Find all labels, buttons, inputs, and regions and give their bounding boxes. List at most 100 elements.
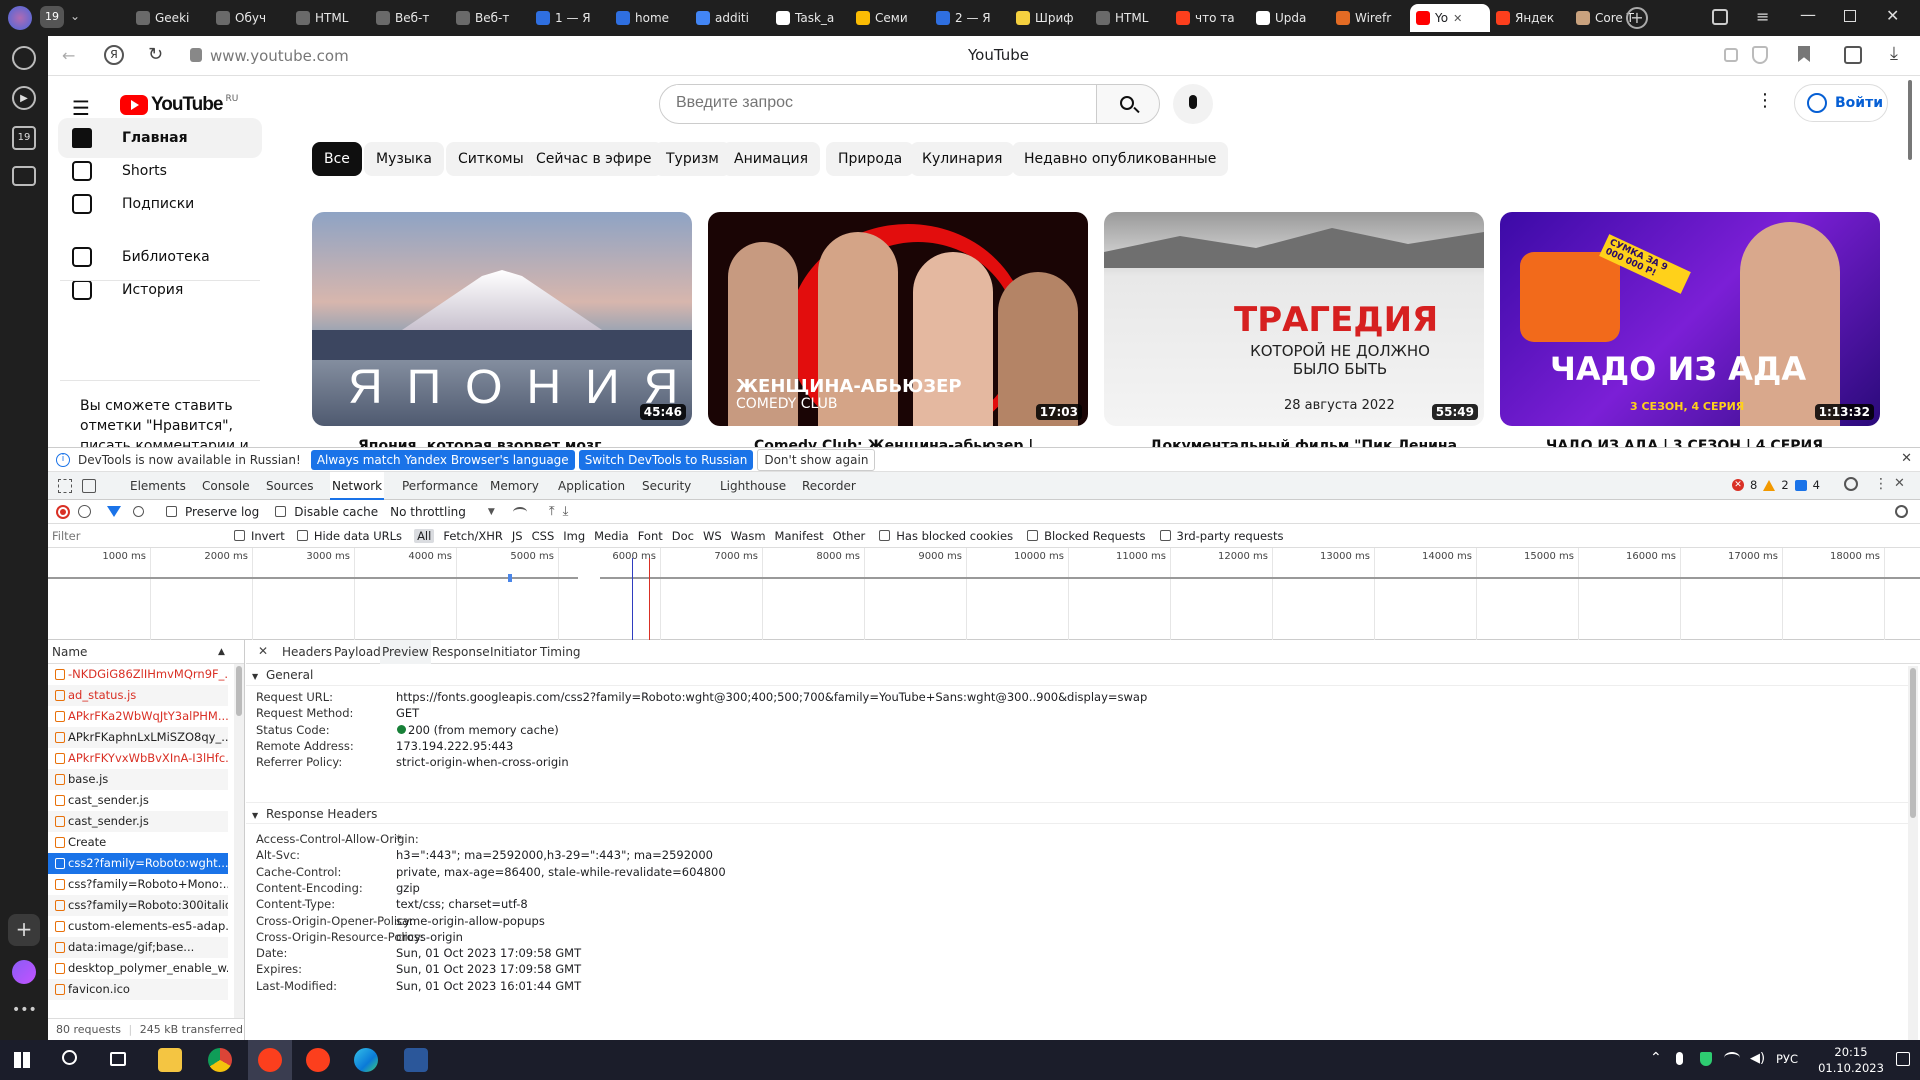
screenshot-icon[interactable]	[12, 166, 36, 186]
header-value[interactable]: Sun, 01 Oct 2023 17:09:58 GMT	[396, 946, 581, 960]
switch-russian-button[interactable]: Switch DevTools to Russian	[578, 449, 754, 470]
resource-type-filter[interactable]: CSS	[532, 529, 555, 543]
browser-tab[interactable]: Яндек	[1490, 4, 1570, 32]
filter-chip[interactable]: Ситкомы	[446, 142, 536, 176]
close-window-icon[interactable]: ✕	[1886, 6, 1899, 25]
detail-tab[interactable]: Initiator	[488, 640, 539, 664]
detail-tab[interactable]: Headers	[280, 640, 334, 664]
disable-cache-checkbox[interactable]	[275, 506, 287, 517]
browser-tab[interactable]: Wirefr	[1330, 4, 1410, 32]
request-row[interactable]: APkrFKa2WbWqJtY3alPHM...	[48, 706, 228, 727]
resource-type-filter[interactable]: Other	[833, 529, 866, 543]
blocked-requests-checkbox[interactable]	[1027, 530, 1039, 541]
header-value[interactable]: h3=":443"; ma=2592000,h3-29=":443"; ma=2…	[396, 848, 713, 862]
filter-chip[interactable]: Все	[312, 142, 362, 176]
browser-tab[interactable]: Geeki	[130, 4, 210, 32]
invert-checkbox[interactable]	[234, 530, 245, 541]
downloads-icon[interactable]: ⤓	[1890, 43, 1898, 64]
details-scrollbar[interactable]	[1908, 666, 1918, 1041]
browser-tab[interactable]: Task_a	[770, 4, 850, 32]
request-row[interactable]: css2?family=Roboto:wght...	[48, 853, 228, 874]
video-title[interactable]: Документальный фильм "Пик Ленина	[1150, 438, 1457, 447]
request-row[interactable]: desktop_polymer_enable_w...	[48, 958, 228, 979]
header-value[interactable]: https://fonts.googleapis.com/css2?family…	[396, 690, 1147, 704]
browser-tab[interactable]: что та	[1170, 4, 1250, 32]
network-conditions-icon[interactable]	[512, 506, 527, 517]
add-panel-icon[interactable]: +	[8, 914, 40, 946]
export-har-icon[interactable]: ⤓	[563, 504, 569, 519]
header-value[interactable]: *	[396, 832, 402, 846]
preserve-log-checkbox[interactable]	[166, 506, 177, 517]
filter-chip[interactable]: Кулинария	[910, 142, 1015, 176]
request-row[interactable]: cast_sender.js	[48, 790, 228, 811]
browser-tab[interactable]: Семи	[850, 4, 930, 32]
devtools-tab[interactable]: Console	[200, 472, 252, 500]
video-title[interactable]: ЧАДО ИЗ АДА | 3 СЕЗОН | 4 СЕРИЯ	[1546, 438, 1823, 447]
alice-icon[interactable]	[12, 960, 36, 984]
request-row[interactable]: ad_status.js	[48, 685, 228, 706]
request-row[interactable]: favicon.ico	[48, 979, 228, 1000]
bookmark-icon[interactable]	[1798, 46, 1810, 62]
request-row[interactable]: css?family=Roboto+Mono:...	[48, 874, 228, 895]
header-value[interactable]: strict-origin-when-cross-origin	[396, 755, 569, 769]
network-overview[interactable]: 1000 ms 2000 ms 3000 ms 4000 ms 5000 ms 6000 …	[48, 548, 1920, 640]
guide-item[interactable]: Подписки	[58, 184, 262, 224]
filter-chip[interactable]: Анимация	[722, 142, 821, 176]
play-icon[interactable]: ▶	[12, 86, 36, 110]
devtools-tab[interactable]: Security	[640, 472, 693, 500]
detail-tab[interactable]: Response	[430, 640, 492, 664]
resource-type-filter[interactable]: JS	[512, 529, 523, 543]
devtools-tab[interactable]: Lighthouse	[718, 472, 788, 500]
edge-icon[interactable]	[354, 1048, 378, 1072]
windows-start-icon[interactable]	[14, 1052, 30, 1068]
header-value[interactable]: cross-origin	[396, 930, 463, 944]
filter-chip[interactable]: Сейчас в эфире	[524, 142, 664, 176]
more-menu-icon[interactable]: ⋮	[1874, 476, 1888, 492]
browser-tab[interactable]: Yo ✕	[1410, 4, 1490, 32]
devtools-tab[interactable]: Performance	[400, 472, 480, 500]
search-icon[interactable]	[133, 506, 144, 517]
page-scrollbar[interactable]	[1908, 80, 1912, 160]
request-row[interactable]: custom-elements-es5-adap...	[48, 916, 228, 937]
language-indicator[interactable]: РУС	[1776, 1052, 1798, 1066]
request-row[interactable]: APkrFKYvxWbBvXInA-I3lHfc...	[48, 748, 228, 769]
tray-chevron-icon[interactable]: ⌃	[1650, 1050, 1662, 1066]
browser-tab[interactable]: Веб-т	[370, 4, 450, 32]
resource-type-filter[interactable]: Manifest	[775, 529, 824, 543]
import-har-icon[interactable]: ⤒	[549, 504, 555, 519]
resource-type-filter[interactable]: Img	[563, 529, 585, 543]
close-icon[interactable]: ✕	[1901, 451, 1912, 466]
devtools-tab[interactable]: Network	[330, 472, 385, 500]
filter-input[interactable]	[52, 526, 218, 545]
volume-icon[interactable]: ◀)	[1750, 1051, 1765, 1066]
video-title[interactable]: Comedy Club: Женщина-абьюзер |	[754, 438, 1033, 447]
detail-tab[interactable]: Payload	[332, 640, 383, 664]
video-title[interactable]: Япония, которая взорвет мозг	[358, 438, 601, 447]
search-icon[interactable]	[62, 1050, 77, 1065]
header-value[interactable]: 200 (from memory cache)	[396, 723, 559, 737]
blocked-cookies-checkbox[interactable]	[879, 530, 891, 541]
file-explorer-icon[interactable]	[158, 1048, 182, 1072]
header-value[interactable]: text/css; charset=utf-8	[396, 897, 528, 911]
header-value[interactable]: GET	[396, 706, 419, 720]
request-row[interactable]: data:image/gif;base...	[48, 937, 228, 958]
header-value[interactable]: Sun, 01 Oct 2023 16:01:44 GMT	[396, 979, 581, 993]
close-tab-icon[interactable]: ✕	[1453, 12, 1462, 25]
video-thumbnail[interactable]: ТРАГЕДИЯ КОТОРОЙ НЕ ДОЛЖНО БЫЛО БЫТЬ 28 …	[1104, 212, 1484, 426]
resource-type-filter[interactable]: Font	[638, 529, 663, 543]
browser-menu-avatar[interactable]	[8, 6, 32, 30]
tabs-menu-icon[interactable]	[1712, 9, 1728, 25]
throttling-select[interactable]: No throttling	[390, 505, 466, 519]
header-value[interactable]: same-origin-allow-popups	[396, 914, 545, 928]
filter-chip[interactable]: Природа	[826, 142, 915, 176]
resource-type-filter[interactable]: Doc	[672, 529, 694, 543]
response-section-header[interactable]: ▼ Response Headers	[246, 802, 1910, 824]
resource-type-filter[interactable]: Wasm	[731, 529, 766, 543]
browser-tab[interactable]: Веб-т	[450, 4, 530, 32]
word-icon[interactable]	[404, 1048, 428, 1072]
browser-tab[interactable]: home	[610, 4, 690, 32]
voice-search-button[interactable]	[1173, 84, 1213, 124]
request-row[interactable]: base.js	[48, 769, 228, 790]
close-details-icon[interactable]: ✕	[258, 644, 268, 658]
third-party-checkbox[interactable]	[1159, 530, 1171, 541]
